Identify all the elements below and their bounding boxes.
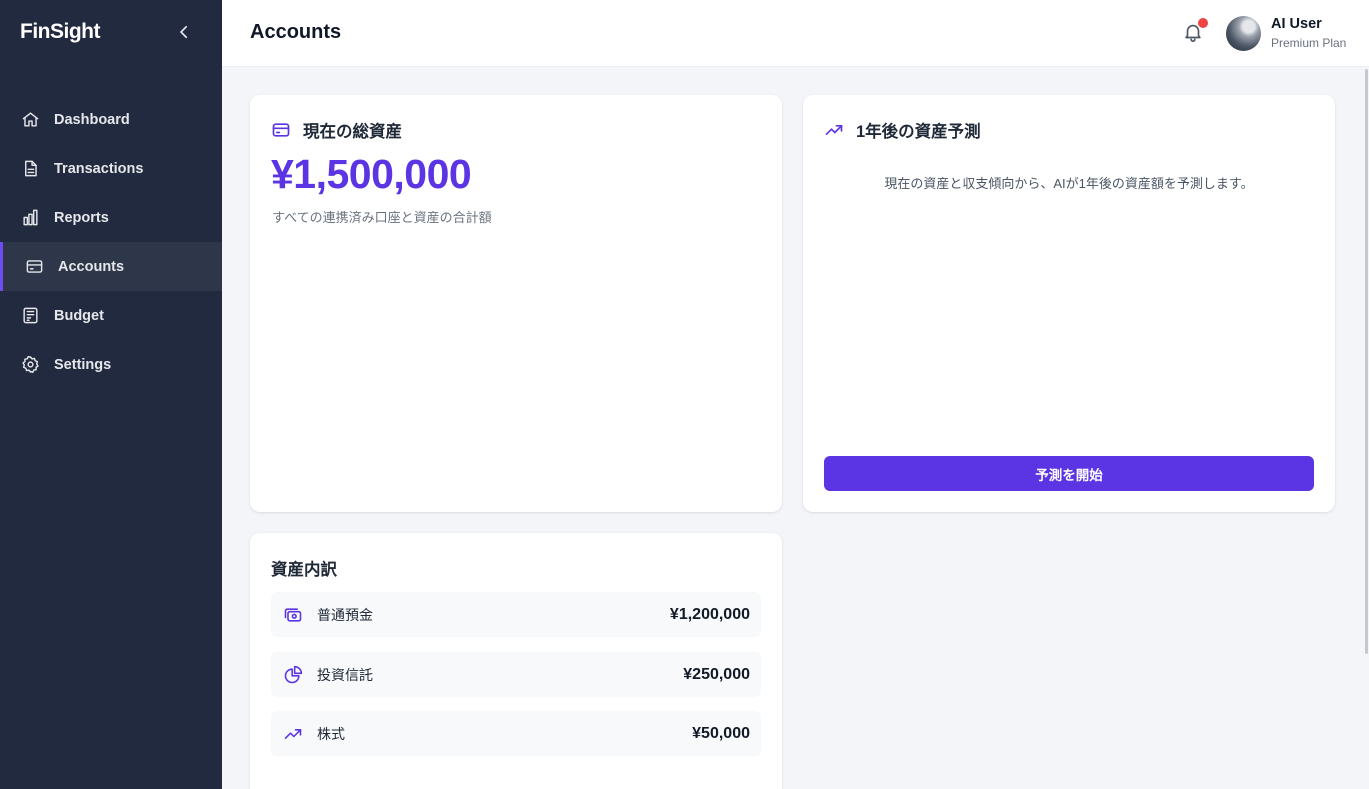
total-assets-caption: すべての連携済み口座と資産の合計額 xyxy=(272,210,492,225)
sidebar-item-label: Budget xyxy=(54,307,104,324)
page-title: Accounts xyxy=(250,21,342,43)
breakdown-title: 資産内訳 xyxy=(271,561,337,579)
trending-up-icon xyxy=(824,120,844,140)
calculator-icon xyxy=(20,306,40,326)
forecast-title: 1年後の資産予測 xyxy=(824,118,981,142)
avatar[interactable] xyxy=(1226,16,1261,51)
asset-label: 投資信託 xyxy=(317,666,373,683)
forecast-card: 1年後の資産予測 現在の資産と収支傾向から、AIが1年後の資産額を予測します。 … xyxy=(803,95,1335,512)
bar-chart-icon xyxy=(20,208,40,228)
cash-icon xyxy=(283,605,303,625)
page-scrollbar[interactable] xyxy=(1364,67,1369,789)
asset-label: 株式 xyxy=(317,725,345,742)
notification-button[interactable] xyxy=(1182,18,1208,45)
sidebar-item-reports[interactable]: Reports xyxy=(0,193,222,242)
credit-card-icon xyxy=(24,257,44,277)
list-item[interactable]: 株式 ¥50,000 xyxy=(271,711,761,756)
gear-icon xyxy=(20,355,40,375)
asset-amount: ¥1,200,000 xyxy=(669,605,750,623)
sidebar-item-budget[interactable]: Budget xyxy=(0,291,222,340)
brand-logo[interactable]: FinSight xyxy=(20,20,100,44)
home-icon xyxy=(20,110,40,130)
sidebar-item-label: Dashboard xyxy=(54,111,130,128)
scrollbar-thumb[interactable] xyxy=(1365,69,1368,654)
total-assets-value: ¥1,500,000 xyxy=(271,151,472,197)
asset-breakdown-card: 資産内訳 普通預金 ¥1,200,000 投資信託 ¥250,000 株式 ¥5… xyxy=(250,533,782,789)
trending-up-icon xyxy=(283,724,303,744)
sidebar-item-dashboard[interactable]: Dashboard xyxy=(0,95,222,144)
sidebar-item-label: Accounts xyxy=(58,258,125,275)
sidebar-item-settings[interactable]: Settings xyxy=(0,340,222,389)
sidebar: FinSight Dashboard Transactions Reports xyxy=(0,0,222,789)
start-forecast-button[interactable]: 予測を開始 xyxy=(824,456,1314,491)
list-item[interactable]: 投資信託 ¥250,000 xyxy=(271,652,761,697)
asset-amount: ¥50,000 xyxy=(692,724,750,742)
sidebar-item-label: Reports xyxy=(54,209,109,226)
pie-chart-icon xyxy=(283,665,303,685)
sidebar-nav: Dashboard Transactions Reports Accounts … xyxy=(0,95,222,389)
total-assets-title-text: 現在の総資産 xyxy=(303,123,402,141)
asset-amount: ¥250,000 xyxy=(683,665,750,683)
asset-label: 普通預金 xyxy=(317,606,373,623)
sidebar-item-label: Transactions xyxy=(54,160,144,177)
notification-dot xyxy=(1198,18,1208,28)
user-name[interactable]: AI User xyxy=(1271,16,1322,32)
document-icon xyxy=(20,159,40,179)
total-assets-card: 現在の総資産 ¥1,500,000 すべての連携済み口座と資産の合計額 xyxy=(250,95,782,512)
total-assets-title: 現在の総資産 xyxy=(271,118,402,142)
user-plan: Premium Plan xyxy=(1271,36,1347,50)
sidebar-item-transactions[interactable]: Transactions xyxy=(0,144,222,193)
sidebar-item-label: Settings xyxy=(54,356,112,373)
chevron-left-icon xyxy=(180,25,188,39)
forecast-description: 現在の資産と収支傾向から、AIが1年後の資産額を予測します。 xyxy=(884,176,1254,191)
list-item[interactable]: 普通預金 ¥1,200,000 xyxy=(271,592,761,637)
top-header: Accounts AI User Premium Plan xyxy=(222,0,1369,67)
collapse-sidebar-button[interactable] xyxy=(172,20,196,44)
wallet-icon xyxy=(271,120,291,140)
sidebar-item-accounts[interactable]: Accounts xyxy=(0,242,222,291)
forecast-title-text: 1年後の資産予測 xyxy=(856,123,981,141)
